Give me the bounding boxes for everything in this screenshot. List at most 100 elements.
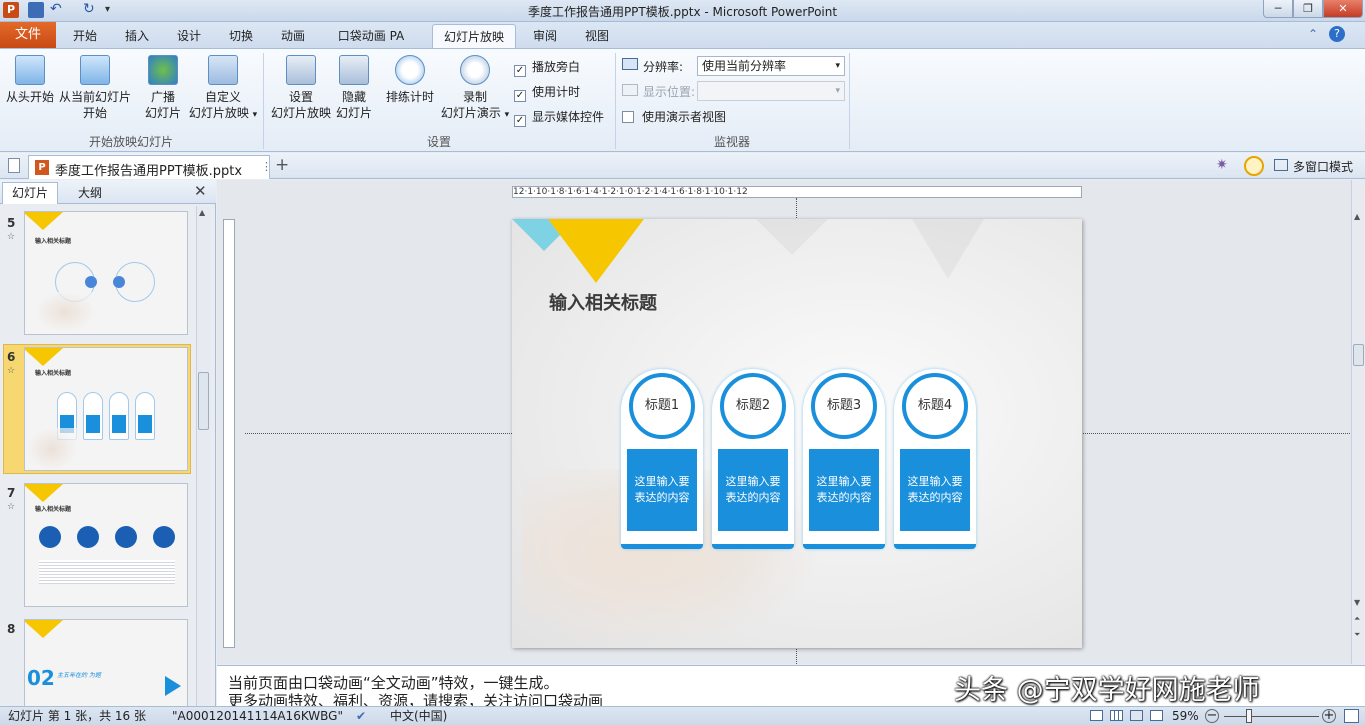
yellow-triangle-decoration <box>25 484 63 502</box>
slide-scrollbar[interactable]: ▲ ▼ ⏶ ⏷ <box>1351 180 1365 664</box>
close-button[interactable]: ✕ <box>1323 0 1363 18</box>
rehearse-timings-button[interactable]: 排练计时 <box>382 55 438 105</box>
horizontal-ruler: 12·1·10·1·8·1·6·1·4·1·2·1·0·1·2·1·4·1·6·… <box>512 186 1082 198</box>
help-icon[interactable]: ? <box>1329 26 1345 42</box>
card-body: 这里输入要 表达的内容 <box>718 449 788 531</box>
slides-panel: 幻灯片 大纲 ✕ 5 ☆ 输入相关标题 6 ☆ 输入相关标题 7 ☆ 输入相关标… <box>0 180 216 706</box>
thumb-step-circle <box>115 526 137 548</box>
scroll-thumb[interactable] <box>1353 344 1364 366</box>
checkbox-icon <box>622 111 634 123</box>
from-current-slide-button[interactable]: 从当前幻灯片 开始 <box>58 55 132 121</box>
multiwindow-mode-button[interactable]: 多窗口模式 <box>1293 158 1353 175</box>
theme-status[interactable]: "A000120141114A16KWBG" <box>172 707 343 725</box>
tab-insert[interactable]: 插入 <box>114 24 160 48</box>
card-heading: 标题4 <box>902 373 968 439</box>
document-tab-bar: P 季度工作报告通用PPT模板.pptx ⋮ + ✷ 多窗口模式 <box>0 153 1365 179</box>
use-timings-checkbox[interactable]: ✓ 使用计时 <box>514 83 580 102</box>
thumb-card <box>83 392 103 440</box>
maximize-button[interactable]: ❐ <box>1293 0 1323 18</box>
slide-thumbnail-5[interactable]: 输入相关标题 <box>24 211 188 335</box>
tab-animations[interactable]: 动画 <box>270 24 316 48</box>
slide-thumbnail-7[interactable]: 输入相关标题 <box>24 483 188 607</box>
tab-review[interactable]: 审阅 <box>522 24 568 48</box>
tab-pocket-animation[interactable]: 口袋动画 PA <box>326 24 416 48</box>
reading-view-icon[interactable] <box>1130 710 1143 721</box>
thumb-diagram-node <box>85 276 97 288</box>
display-on-dropdown[interactable]: ▾ <box>697 81 845 101</box>
normal-view-icon[interactable] <box>1090 710 1103 721</box>
zoom-slider-track[interactable] <box>1224 716 1319 717</box>
ribbon: 从头开始 从当前幻灯片 开始 广播 幻灯片 自定义 幻灯片放映 ▾ 开始放映幻灯… <box>0 48 1365 152</box>
record-slideshow-button[interactable]: 录制 幻灯片演示 ▾ <box>438 55 512 123</box>
card-heading: 标题1 <box>629 373 695 439</box>
settings-gear-icon[interactable] <box>1244 156 1264 176</box>
slide-thumbnail-6[interactable]: 输入相关标题 <box>24 347 188 471</box>
minimize-ribbon-icon[interactable]: ⌃ <box>1308 27 1318 41</box>
zoom-out-icon[interactable]: − <box>1205 709 1219 723</box>
fit-to-window-icon[interactable] <box>1344 709 1359 723</box>
close-panel-icon[interactable]: ✕ <box>194 182 207 200</box>
tab-transitions[interactable]: 切换 <box>218 24 264 48</box>
display-on-label: 显示位置: <box>643 85 696 99</box>
broadcast-slideshow-button[interactable]: 广播 幻灯片 <box>140 55 186 121</box>
tab-view[interactable]: 视图 <box>574 24 620 48</box>
slide-canvas[interactable]: 输入相关标题 标题1 这里输入要 表达的内容 标题2 这里输入要 表达的内容 标题3… <box>512 219 1082 648</box>
scroll-up-icon[interactable]: ▲ <box>1354 212 1360 221</box>
title-card-3[interactable]: 标题3 这里输入要 表达的内容 <box>803 369 885 549</box>
minimize-button[interactable]: ─ <box>1263 0 1293 18</box>
display-monitor-icon <box>622 84 638 96</box>
slide-sorter-icon[interactable] <box>1110 710 1123 721</box>
tab-slides[interactable]: 幻灯片 <box>2 182 58 204</box>
from-beginning-button[interactable]: 从头开始 <box>4 55 56 105</box>
slide-number: 8 <box>7 622 16 636</box>
scroll-up-icon[interactable]: ▲ <box>199 208 205 217</box>
custom-slideshow-button[interactable]: 自定义 幻灯片放映 ▾ <box>186 55 260 123</box>
slide-count-status[interactable]: 幻灯片 第 1 张，共 16 张 <box>8 707 146 725</box>
group-label-start: 开始放映幻灯片 <box>88 135 173 149</box>
hide-slide-icon <box>339 55 369 85</box>
scroll-down-icon[interactable]: ▼ <box>1354 598 1360 607</box>
file-tab[interactable]: 文件 <box>0 22 56 48</box>
thumb-photo <box>35 292 95 332</box>
tab-menu-icon[interactable]: ⋮ <box>261 160 272 173</box>
panel-tab-strip: 幻灯片 大纲 ✕ <box>0 180 216 204</box>
show-media-controls-checkbox[interactable]: ✓ 显示媒体控件 <box>514 108 604 127</box>
presenter-view-checkbox[interactable]: 使用演示者视图 <box>622 108 726 125</box>
title-card-1[interactable]: 标题1 这里输入要 表达的内容 <box>621 369 703 549</box>
zoom-level[interactable]: 59% <box>1172 707 1199 725</box>
hide-slide-button[interactable]: 隐藏 幻灯片 <box>332 55 376 121</box>
tab-outline[interactable]: 大纲 <box>62 184 118 201</box>
thumb-arrow-icon <box>165 676 181 696</box>
new-document-icon[interactable] <box>8 158 20 173</box>
monitor-icon <box>622 58 638 70</box>
add-tab-icon[interactable]: + <box>275 155 289 175</box>
tab-design[interactable]: 设计 <box>166 24 212 48</box>
document-tab[interactable]: P 季度工作报告通用PPT模板.pptx ⋮ <box>28 155 272 179</box>
language-status[interactable]: 中文(中国) <box>390 707 447 725</box>
tab-home[interactable]: 开始 <box>62 24 108 48</box>
spellcheck-icon[interactable]: ✔ <box>356 707 366 725</box>
pptx-file-icon: P <box>35 160 49 175</box>
slide-title[interactable]: 输入相关标题 <box>549 289 657 315</box>
multiwindow-icon <box>1274 159 1288 171</box>
title-card-2[interactable]: 标题2 这里输入要 表达的内容 <box>712 369 794 549</box>
card-body: 这里输入要 表达的内容 <box>900 449 970 531</box>
zoom-slider-thumb[interactable] <box>1246 709 1252 723</box>
animation-star-icon: ☆ <box>7 232 16 242</box>
scroll-thumb[interactable] <box>198 372 209 430</box>
group-label-setup: 设置 <box>426 135 451 149</box>
dropdown-arrow-icon: ▾ <box>252 110 258 120</box>
play-narrations-checkbox[interactable]: ✓ 播放旁白 <box>514 58 580 77</box>
slideshow-view-icon[interactable] <box>1150 710 1163 721</box>
slide-thumbnail-8[interactable]: 02 主五年在的 为题 <box>24 619 188 706</box>
card-heading: 标题3 <box>811 373 877 439</box>
effects-icon[interactable]: ✷ <box>1216 157 1228 173</box>
tab-slideshow[interactable]: 幻灯片放映 <box>432 24 516 48</box>
setup-slideshow-button[interactable]: 设置 幻灯片放映 <box>270 55 332 121</box>
zoom-in-icon[interactable]: + <box>1322 709 1336 723</box>
title-card-4[interactable]: 标题4 这里输入要 表达的内容 <box>894 369 976 549</box>
resolution-dropdown[interactable]: 使用当前分辨率 ▾ <box>697 56 845 76</box>
previous-slide-icon[interactable]: ⏶ <box>1354 614 1360 624</box>
next-slide-icon[interactable]: ⏷ <box>1354 630 1360 640</box>
panel-scrollbar[interactable]: ▲ <box>196 206 210 706</box>
